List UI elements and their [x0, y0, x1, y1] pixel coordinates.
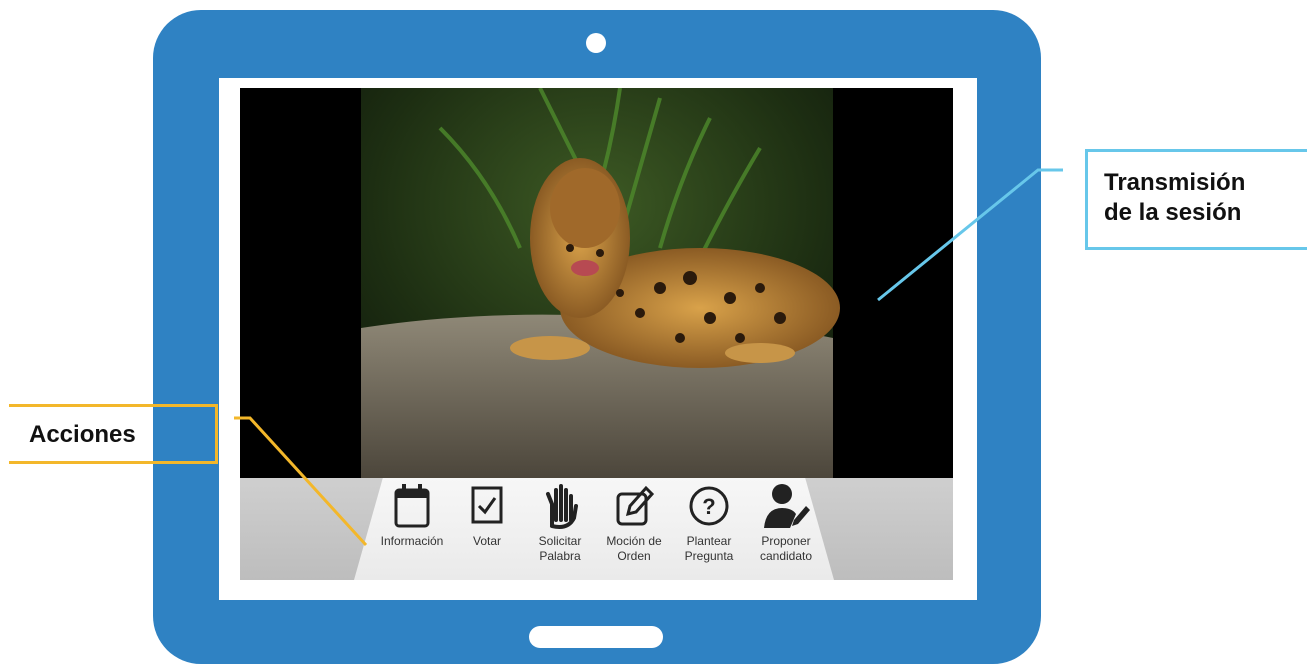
- action-label: Proponer candidato: [759, 534, 813, 563]
- session-video-stream[interactable]: [240, 88, 953, 478]
- checkbox-icon: [471, 486, 503, 524]
- svg-text:?: ?: [702, 494, 715, 519]
- callout-stream-text: Transmisión de la sesión: [1104, 169, 1246, 226]
- action-informacion[interactable]: Información: [372, 480, 452, 549]
- user-edit-icon: [764, 484, 810, 528]
- action-proponer-candidato[interactable]: Proponer candidato: [746, 480, 826, 564]
- action-solicitar-palabra[interactable]: Solicitar Palabra: [520, 480, 600, 564]
- home-button[interactable]: [529, 626, 663, 648]
- action-plantear-pregunta[interactable]: ? Plantear Pregunta: [669, 480, 749, 564]
- raised-hand-icon: [546, 484, 578, 529]
- callout-actions: Acciones: [9, 404, 218, 464]
- jaguar-photo: [361, 88, 840, 478]
- action-label: Plantear Pregunta: [684, 534, 734, 563]
- action-label: Votar: [472, 534, 502, 548]
- action-votar[interactable]: Votar: [447, 480, 527, 549]
- question-icon: ?: [689, 486, 729, 526]
- edit-icon: [616, 485, 655, 526]
- action-mocion-de-orden[interactable]: Moción de Orden: [594, 480, 674, 564]
- action-label: Solicitar Palabra: [538, 534, 582, 563]
- callout-stream: Transmisión de la sesión: [1085, 149, 1307, 250]
- camera-icon: [586, 33, 606, 53]
- callout-actions-text: Acciones: [29, 421, 136, 448]
- action-label: Información: [380, 534, 444, 548]
- action-label: Moción de Orden: [606, 534, 662, 563]
- calendar-icon: [394, 484, 430, 528]
